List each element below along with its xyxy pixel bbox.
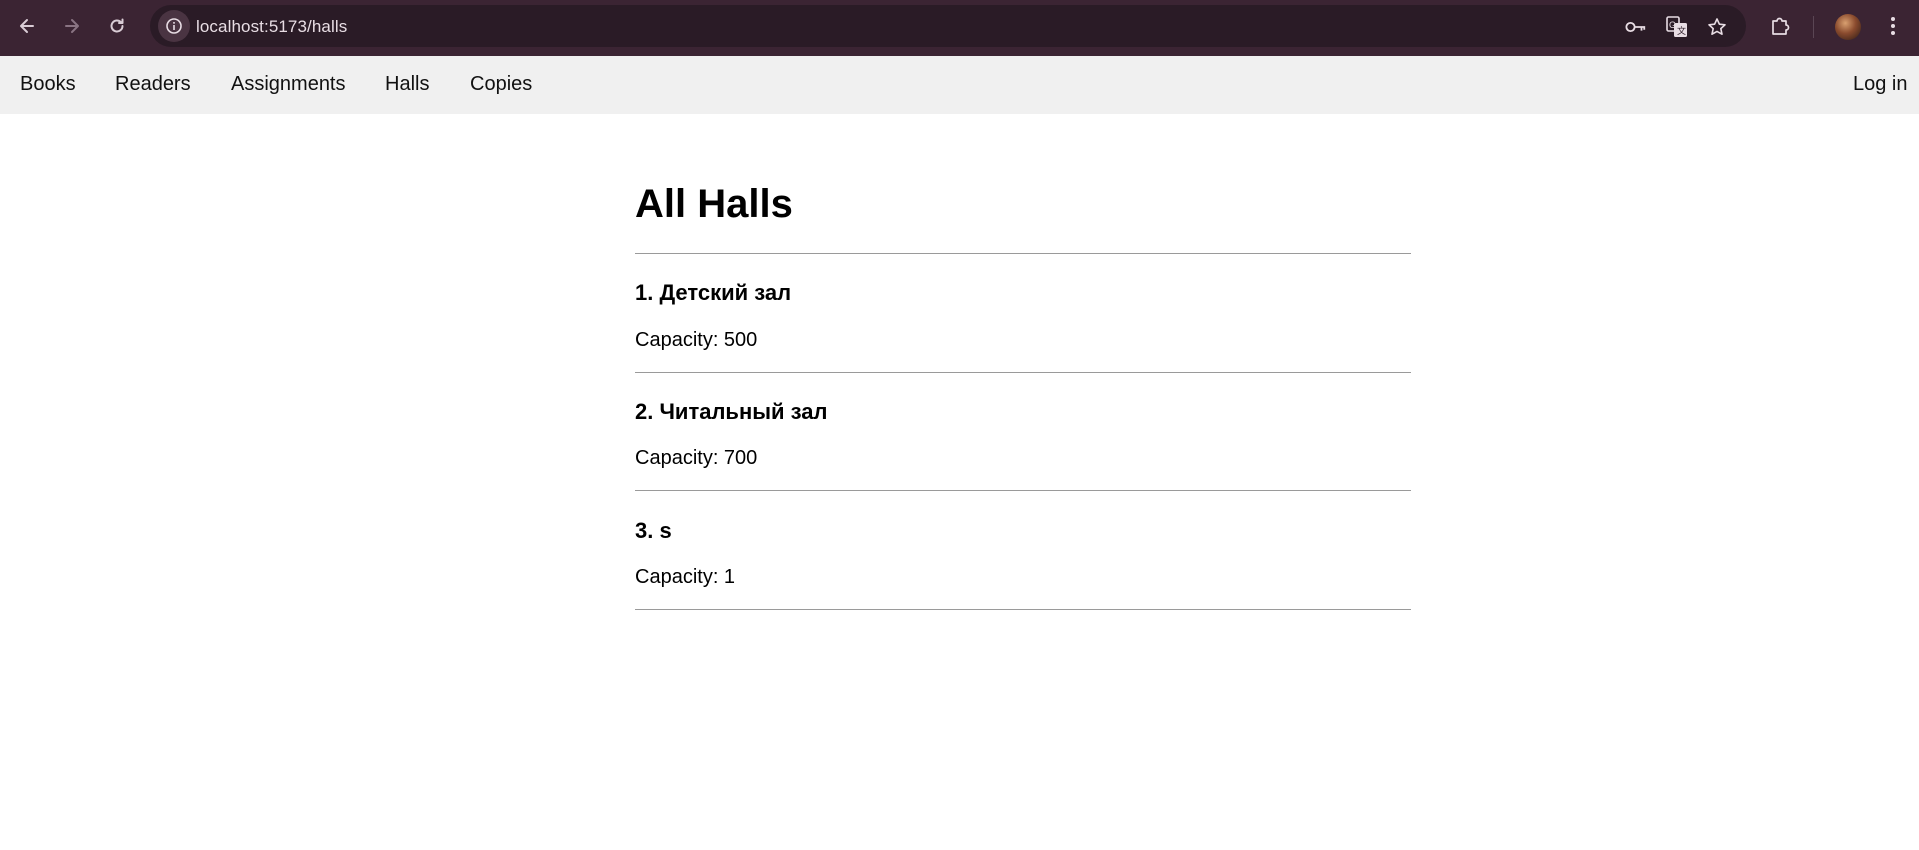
divider (635, 609, 1411, 610)
login-link[interactable]: Log in (1853, 73, 1908, 96)
forward-arrow-icon (65, 19, 79, 33)
url-text[interactable]: localhost:5173/halls (196, 17, 347, 37)
site-info-button[interactable] (158, 10, 190, 42)
extensions-puzzle-icon (1772, 17, 1790, 35)
password-key-icon (1625, 21, 1646, 33)
divider (635, 490, 1411, 491)
svg-text:文: 文 (1677, 25, 1686, 37)
hall-capacity: Capacity: 1 (635, 566, 736, 588)
browser-toolbar: localhost:5173/halls G文 (0, 0, 1919, 56)
bookmark-star-icon (1708, 18, 1726, 35)
svg-text:G: G (1669, 20, 1676, 30)
app-navbar: Books Readers Assignments Halls Copies L… (0, 56, 1919, 114)
nav-link-readers[interactable]: Readers (115, 73, 191, 96)
back-button[interactable] (12, 11, 42, 41)
reload-icon (110, 18, 124, 33)
nav-link-halls[interactable]: Halls (385, 73, 429, 96)
nav-link-assignments[interactable]: Assignments (231, 73, 346, 96)
bookmark-button[interactable] (1706, 16, 1728, 38)
kebab-menu-icon (1891, 17, 1895, 35)
password-key-button[interactable] (1625, 16, 1647, 38)
hall-capacity: Capacity: 500 (635, 329, 758, 351)
nav-link-books[interactable]: Books (20, 73, 76, 96)
toolbar-divider (1813, 16, 1814, 38)
hall-name: 3. s (635, 518, 672, 543)
back-arrow-icon (20, 19, 34, 33)
divider (635, 253, 1411, 254)
divider (635, 372, 1411, 373)
translate-button[interactable]: G文 (1666, 16, 1688, 38)
browser-menu-button[interactable] (1880, 13, 1906, 39)
forward-button[interactable] (57, 11, 87, 41)
extensions-button[interactable] (1768, 13, 1794, 39)
translate-icon: G文 (1666, 16, 1687, 37)
hall-name: 2. Читальный зал (635, 399, 828, 424)
profile-avatar[interactable] (1835, 14, 1861, 40)
nav-link-copies[interactable]: Copies (470, 73, 532, 96)
hall-capacity: Capacity: 700 (635, 447, 758, 469)
page-title: All Halls (635, 182, 793, 226)
address-bar[interactable]: localhost:5173/halls G文 (150, 5, 1746, 47)
hall-name: 1. Детский зал (635, 280, 792, 305)
site-info-icon (166, 18, 182, 34)
reload-button[interactable] (102, 11, 132, 41)
